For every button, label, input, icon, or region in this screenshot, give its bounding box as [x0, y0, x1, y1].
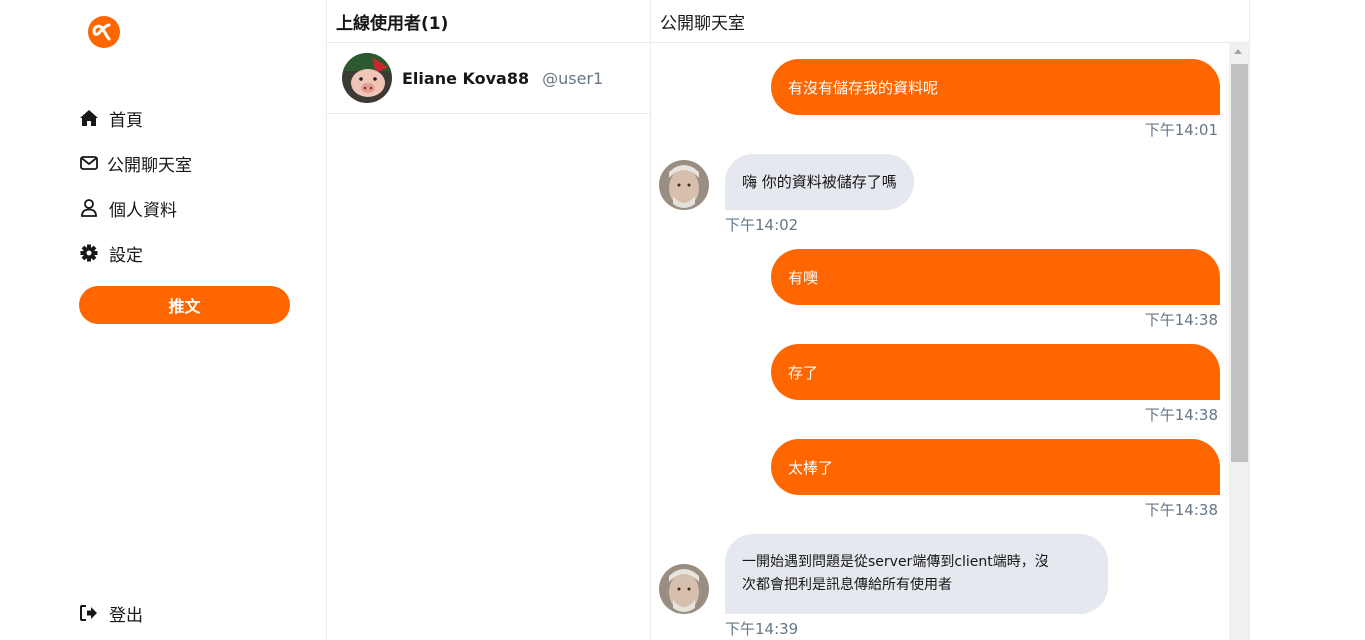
avatar[interactable] [659, 564, 709, 614]
chat-scrollbar[interactable] [1229, 43, 1249, 640]
message-time: 下午14:38 [1144, 501, 1218, 519]
nav-label-home: 首頁 [109, 110, 143, 131]
logout-icon [79, 603, 99, 623]
nav-label-public-chat: 公開聊天室 [107, 155, 192, 176]
nav-label-settings: 設定 [109, 245, 143, 266]
message-time: 下午14:39 [725, 620, 799, 638]
message-bubble-outgoing: 存了 [771, 344, 1220, 400]
message-bubble-outgoing: 太棒了 [771, 439, 1220, 495]
message-bubble-incoming: 嗨 你的資料被儲存了嗎 [725, 154, 914, 210]
online-users-title: 上線使用者(1) [327, 0, 650, 43]
sidebar: 首頁 公開聊天室 個人資料 設定 推文 登出 [0, 0, 327, 640]
gear-icon [79, 243, 99, 263]
user-icon [79, 198, 99, 218]
scroll-up-arrow-icon[interactable] [1234, 49, 1242, 54]
scroll-thumb[interactable] [1231, 64, 1248, 462]
nav-item-settings[interactable]: 設定 [79, 240, 143, 266]
nav-item-public-chat[interactable]: 公開聊天室 [79, 150, 192, 176]
home-icon [79, 108, 99, 128]
avatar[interactable] [659, 160, 709, 210]
nav-item-profile[interactable]: 個人資料 [79, 195, 177, 221]
message-time: 下午14:01 [1144, 121, 1218, 139]
logout-button[interactable]: 登出 [79, 600, 143, 626]
nav-item-home[interactable]: 首頁 [79, 105, 143, 131]
message-line: 次都會把利是訊息傳給所有使用者 [742, 577, 952, 593]
tweet-button[interactable]: 推文 [79, 286, 290, 324]
message-line: 一開始遇到問題是從server端傳到client端時，沒 [742, 554, 1049, 570]
message-time: 下午14:02 [725, 216, 799, 234]
message-time: 下午14:38 [1144, 311, 1218, 329]
avatar[interactable] [342, 53, 392, 103]
chat-title: 公開聊天室 [651, 0, 1249, 43]
alpha-logo-icon[interactable] [86, 14, 122, 50]
message-time: 下午14:38 [1144, 406, 1218, 424]
message-bubble-outgoing: 有沒有儲存我的資料呢 [771, 59, 1220, 115]
nav-label-profile: 個人資料 [109, 200, 177, 221]
logout-label: 登出 [109, 605, 143, 626]
chat-messages: 有沒有儲存我的資料呢 下午14:01 嗨 你的資料被儲存了嗎 下午14:02 有… [651, 43, 1229, 640]
envelope-icon [79, 153, 99, 173]
online-user-name: Eliane Kova88 [402, 68, 530, 88]
public-chat-panel: 公開聊天室 有沒有儲存我的資料呢 下午14:01 嗨 你的資料被儲存了嗎 下午1… [651, 0, 1250, 640]
online-user-account: @user1 [542, 68, 604, 88]
message-bubble-outgoing: 有噢 [771, 249, 1220, 305]
message-bubble-incoming: 一開始遇到問題是從server端傳到client端時，沒 次都會把利是訊息傳給所… [725, 534, 1108, 614]
online-users-panel: 上線使用者(1) Eliane Kova88 @user1 [327, 0, 651, 640]
online-user-row[interactable]: Eliane Kova88 @user1 [327, 43, 650, 114]
